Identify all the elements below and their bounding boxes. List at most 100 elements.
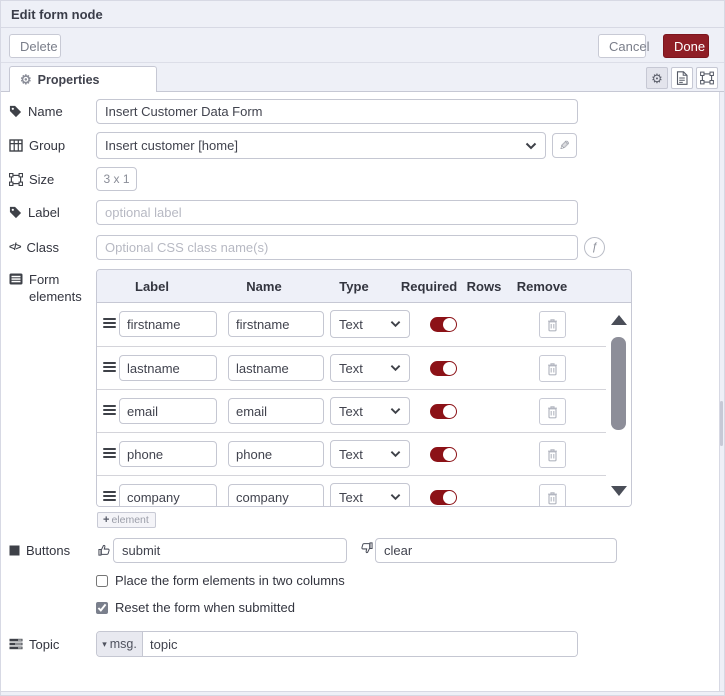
col-type: Type bbox=[339, 279, 369, 294]
edit-group-button[interactable]: ✎ bbox=[552, 133, 577, 158]
table-row: Text bbox=[97, 346, 606, 389]
required-toggle[interactable] bbox=[430, 317, 457, 332]
dialog-scrollbar-thumb[interactable] bbox=[720, 401, 723, 446]
gear-icon: ⚙ bbox=[651, 70, 663, 86]
element-type-select[interactable]: Text bbox=[330, 440, 410, 468]
table-header: Label Name Type Required Rows Remove bbox=[97, 270, 631, 303]
col-name: Name bbox=[246, 279, 282, 294]
add-element-button[interactable]: + element bbox=[97, 512, 156, 528]
delete-element-button[interactable] bbox=[539, 311, 566, 338]
topic-input[interactable] bbox=[143, 632, 577, 656]
scroll-down-arrow[interactable] bbox=[611, 486, 627, 496]
pencil-icon: ✎ bbox=[559, 137, 570, 153]
dialog-scrollbar[interactable] bbox=[719, 92, 724, 691]
square-icon bbox=[9, 545, 20, 556]
chevron-down-icon bbox=[390, 321, 401, 328]
element-label-input[interactable] bbox=[119, 441, 217, 467]
table-row: Text bbox=[97, 475, 606, 506]
form-elements-label: Form elements bbox=[9, 272, 89, 306]
description-view-button[interactable] bbox=[671, 67, 693, 89]
two-columns-checkbox[interactable] bbox=[96, 574, 108, 587]
properties-panel: Name Group Insert customer [home] ✎ Size… bbox=[1, 92, 724, 695]
dialog-title: Edit form node bbox=[11, 6, 103, 22]
dialog-toolbar: Delete Cancel Done bbox=[1, 28, 724, 63]
table-body: Text Text bbox=[97, 303, 606, 506]
table-row: Text bbox=[97, 389, 606, 432]
tab-properties[interactable]: ⚙ Properties bbox=[9, 66, 157, 92]
reset-form-checkbox[interactable] bbox=[96, 601, 108, 614]
form-elements-table: Label Name Type Required Rows Remove Tex… bbox=[96, 269, 632, 507]
dialog-bottom-edge bbox=[1, 691, 724, 695]
element-type-select[interactable]: Text bbox=[330, 397, 410, 425]
done-button[interactable]: Done bbox=[663, 34, 709, 58]
chevron-down-icon bbox=[525, 142, 537, 149]
element-name-input[interactable] bbox=[228, 398, 324, 424]
required-toggle[interactable] bbox=[430, 361, 457, 376]
buttons-field-label: Buttons bbox=[9, 538, 70, 563]
size-field-label: Size bbox=[9, 167, 54, 191]
class-input[interactable] bbox=[96, 235, 578, 260]
size-button[interactable]: 3 x 1 bbox=[96, 167, 137, 191]
chevron-down-icon bbox=[390, 408, 401, 415]
class-field-label: </> Class bbox=[9, 240, 59, 255]
appearance-view-button[interactable] bbox=[696, 67, 718, 89]
element-type-select[interactable]: Text bbox=[330, 354, 410, 382]
element-label-input[interactable] bbox=[119, 355, 217, 381]
object-group-icon bbox=[9, 172, 23, 186]
element-name-input[interactable] bbox=[228, 484, 324, 506]
element-label-input[interactable] bbox=[119, 398, 217, 424]
table-scrollbar bbox=[606, 303, 631, 506]
group-select[interactable]: Insert customer [home] bbox=[96, 132, 546, 159]
element-name-input[interactable] bbox=[228, 311, 324, 337]
scrollbar-thumb[interactable] bbox=[611, 337, 626, 430]
element-name-input[interactable] bbox=[228, 441, 324, 467]
delete-element-button[interactable] bbox=[539, 484, 566, 506]
dialog-header: Edit form node bbox=[1, 1, 724, 28]
chevron-down-icon bbox=[390, 494, 401, 501]
drag-handle-icon[interactable] bbox=[103, 448, 116, 458]
submit-button-label-input[interactable] bbox=[113, 538, 347, 563]
delete-element-button[interactable] bbox=[539, 398, 566, 425]
caret-down-icon: ▾ bbox=[102, 638, 107, 649]
cancel-button[interactable]: Cancel bbox=[598, 34, 649, 58]
gear-icon: ⚙ bbox=[20, 72, 32, 87]
drag-handle-icon[interactable] bbox=[103, 362, 116, 372]
function-icon: ƒ bbox=[591, 241, 598, 253]
properties-view-button[interactable]: ⚙ bbox=[646, 67, 668, 89]
clear-button-label-input[interactable] bbox=[375, 538, 617, 563]
required-toggle[interactable] bbox=[430, 404, 457, 419]
chevron-down-icon bbox=[390, 451, 401, 458]
tag-icon bbox=[9, 206, 22, 219]
topic-type-select[interactable]: ▾ msg. bbox=[97, 632, 143, 656]
topic-field-label: Topic bbox=[9, 631, 59, 657]
element-name-input[interactable] bbox=[228, 355, 324, 381]
name-field-label: Name bbox=[9, 99, 63, 124]
col-label: Label bbox=[135, 279, 169, 294]
table-row: Text bbox=[97, 303, 606, 346]
tab-properties-label: Properties bbox=[37, 72, 100, 87]
label-input[interactable] bbox=[96, 200, 578, 225]
delete-element-button[interactable] bbox=[539, 355, 566, 382]
drag-handle-icon[interactable] bbox=[103, 405, 116, 415]
plus-icon: + bbox=[103, 514, 110, 526]
delete-button[interactable]: Delete bbox=[9, 34, 61, 58]
drag-handle-icon[interactable] bbox=[103, 318, 116, 328]
required-toggle[interactable] bbox=[430, 490, 457, 505]
label-field-label: Label bbox=[9, 200, 60, 225]
required-toggle[interactable] bbox=[430, 447, 457, 462]
col-remove: Remove bbox=[516, 279, 568, 294]
scroll-up-arrow[interactable] bbox=[611, 315, 627, 325]
delete-element-button[interactable] bbox=[539, 441, 566, 468]
code-icon: </> bbox=[9, 242, 22, 253]
group-field-label: Group bbox=[9, 132, 65, 159]
appearance-icon bbox=[700, 71, 714, 85]
trash-icon bbox=[548, 448, 557, 461]
element-type-select[interactable]: Text bbox=[330, 310, 410, 338]
element-type-select[interactable]: Text bbox=[330, 483, 410, 506]
name-input[interactable] bbox=[96, 99, 578, 124]
drag-handle-icon[interactable] bbox=[103, 491, 116, 501]
element-label-input[interactable] bbox=[119, 484, 217, 506]
dynamic-class-button[interactable]: ƒ bbox=[584, 237, 605, 258]
chevron-down-icon bbox=[390, 365, 401, 372]
element-label-input[interactable] bbox=[119, 311, 217, 337]
